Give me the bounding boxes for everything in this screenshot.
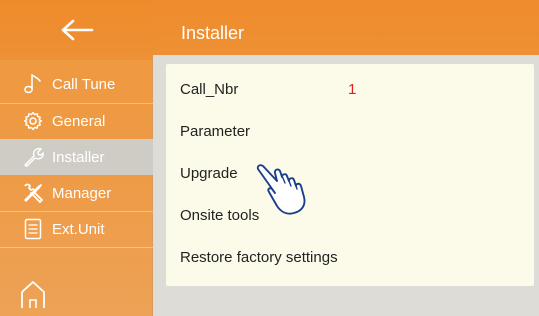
sidebar-item-call-tune[interactable]: Call Tune xyxy=(0,66,153,102)
menu-item-label: Parameter xyxy=(180,122,251,140)
back-button[interactable] xyxy=(0,0,153,60)
sidebar-item-label: Installer xyxy=(52,148,105,166)
call-nbr-value: 1 xyxy=(348,80,357,98)
menu-item-label: Upgrade xyxy=(180,164,238,182)
menu-item-restore-factory-settings[interactable]: Restore factory settings xyxy=(180,242,520,272)
sidebar-item-label: Ext.Unit xyxy=(52,220,105,238)
home-button[interactable] xyxy=(20,278,46,308)
menu-item-upgrade[interactable]: Upgrade xyxy=(180,158,520,188)
sidebar-item-label: Manager xyxy=(52,184,112,202)
music-note-icon xyxy=(22,73,44,95)
sidebar-item-ext-unit[interactable]: Ext.Unit xyxy=(0,211,153,247)
tools-icon xyxy=(22,182,44,204)
header: Installer xyxy=(153,0,539,55)
sidebar-item-label: General xyxy=(52,112,106,130)
home-icon xyxy=(21,281,45,308)
installer-menu: Call_Nbr 1 Parameter Upgrade Onsite tool… xyxy=(166,64,534,286)
wrench-icon xyxy=(22,146,44,168)
divider xyxy=(0,247,153,248)
menu-item-label: Restore factory settings xyxy=(180,248,338,266)
menu-item-label: Call_Nbr xyxy=(180,80,239,98)
back-arrow-icon xyxy=(61,19,93,41)
ext-unit-icon xyxy=(22,218,44,240)
sidebar-item-label: Call Tune xyxy=(52,75,116,93)
sidebar-item-installer[interactable]: Installer xyxy=(0,139,153,175)
menu-item-parameter[interactable]: Parameter xyxy=(180,116,520,146)
menu-item-call-nbr[interactable]: Call_Nbr 1 xyxy=(180,74,520,104)
menu-item-onsite-tools[interactable]: Onsite tools xyxy=(180,200,520,230)
menu-item-label: Onsite tools xyxy=(180,206,260,224)
gear-icon xyxy=(22,110,44,132)
sidebar-item-manager[interactable]: Manager xyxy=(0,175,153,211)
sidebar-item-general[interactable]: General xyxy=(0,103,153,139)
page-title: Installer xyxy=(181,23,245,43)
pointing-hand-icon xyxy=(256,164,306,215)
